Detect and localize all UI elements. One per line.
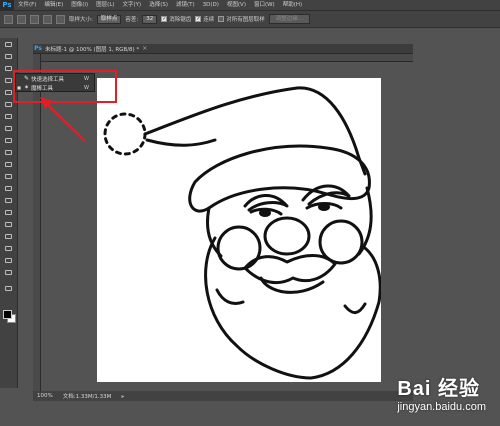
baidu-watermark: Bai 经验 jingyan.baidu.com	[397, 372, 486, 413]
annotation-arrow	[40, 97, 86, 142]
watermark-url: jingyan.baidu.com	[397, 401, 486, 413]
baidu-jingyan-logo: Bai 经验	[397, 378, 481, 400]
